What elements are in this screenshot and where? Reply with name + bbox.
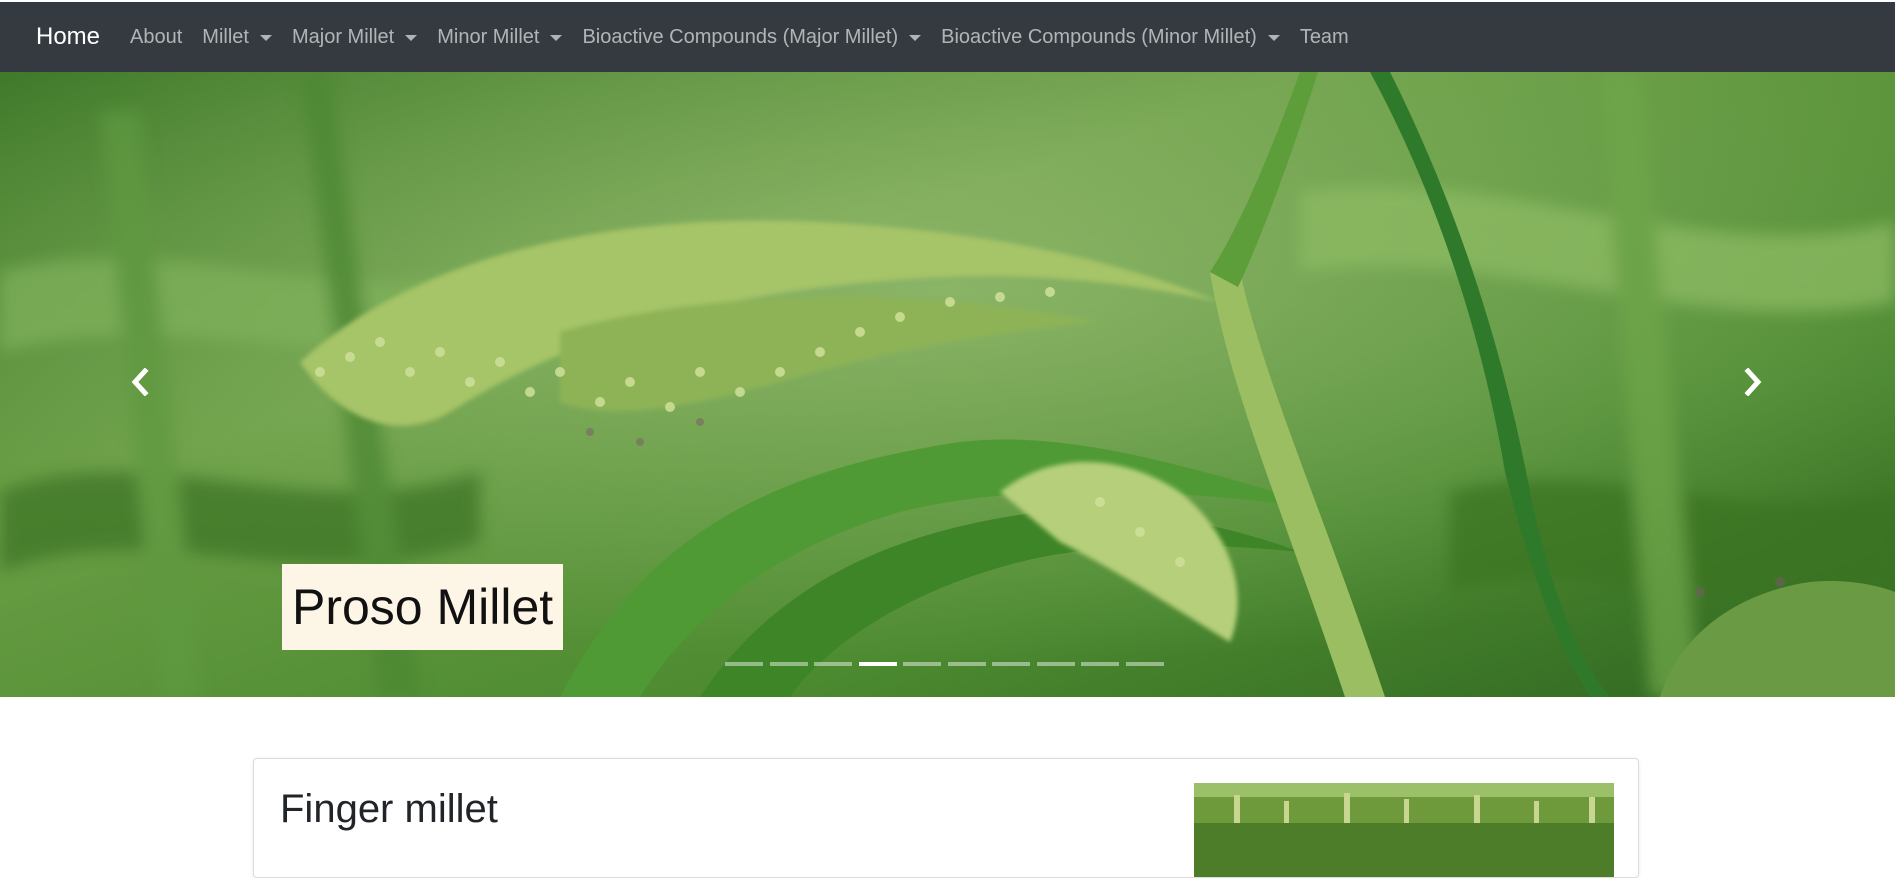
caret-down-icon: [405, 35, 418, 41]
caret-down-icon: [1267, 35, 1280, 41]
nav-minor-millet-label: Minor Millet: [437, 25, 540, 48]
caret-down-icon: [550, 35, 563, 41]
millet-card: Finger millet: [253, 758, 1639, 878]
nav-bioactive-minor-label: Bioactive Compounds (Minor Millet): [941, 25, 1257, 48]
nav-team-label: Team: [1299, 25, 1349, 48]
carousel-indicator-5[interactable]: [903, 662, 941, 666]
carousel-indicator-10[interactable]: [1125, 662, 1164, 666]
carousel-indicator-7[interactable]: [992, 662, 1030, 666]
finger-millet-photo: [1194, 783, 1614, 877]
nav-minor-millet-dropdown[interactable]: Minor Millet: [437, 25, 563, 49]
carousel-indicator-2[interactable]: [769, 662, 808, 666]
carousel-prev-button[interactable]: [120, 362, 160, 402]
nav-major-millet-dropdown[interactable]: Major Millet: [291, 25, 418, 49]
nav-about-label: About: [130, 25, 183, 48]
chevron-left-icon: [131, 368, 149, 396]
nav-team-link[interactable]: Team: [1300, 26, 1349, 49]
finger-millet-field-image: [1194, 783, 1614, 877]
carousel-next-button[interactable]: [1733, 362, 1773, 402]
carousel-indicator-1[interactable]: [725, 662, 763, 666]
slide-caption: Proso Millet: [282, 564, 564, 650]
chevron-right-icon: [1744, 368, 1762, 396]
nav-major-millet-label: Major Millet: [291, 25, 395, 48]
carousel-indicator-9[interactable]: [1081, 662, 1119, 666]
carousel-indicator-3[interactable]: [814, 662, 852, 666]
carousel-indicator-8[interactable]: [1036, 662, 1075, 666]
nav-bioactive-minor-dropdown[interactable]: Bioactive Compounds (Minor Millet): [941, 26, 1280, 49]
nav-bioactive-major-dropdown[interactable]: Bioactive Compounds (Major Millet): [582, 25, 922, 49]
carousel-indicators: [725, 662, 1170, 666]
carousel-indicator-4[interactable]: [858, 662, 897, 666]
nav-about-link[interactable]: About: [130, 26, 182, 49]
caret-down-icon: [259, 35, 272, 41]
nav-millet-label: Millet: [202, 25, 249, 48]
nav-bioactive-major-label: Bioactive Compounds (Major Millet): [582, 25, 899, 48]
nav-millet-dropdown[interactable]: Millet: [202, 26, 272, 49]
carousel-indicator-6[interactable]: [947, 662, 986, 666]
top-navbar: Home About Millet Major Millet Minor Mil…: [0, 0, 1895, 72]
caret-down-icon: [909, 35, 922, 41]
nav-home-link[interactable]: Home: [36, 23, 100, 51]
image-carousel: Proso Millet: [0, 72, 1895, 697]
card-title: Finger millet: [280, 787, 498, 831]
